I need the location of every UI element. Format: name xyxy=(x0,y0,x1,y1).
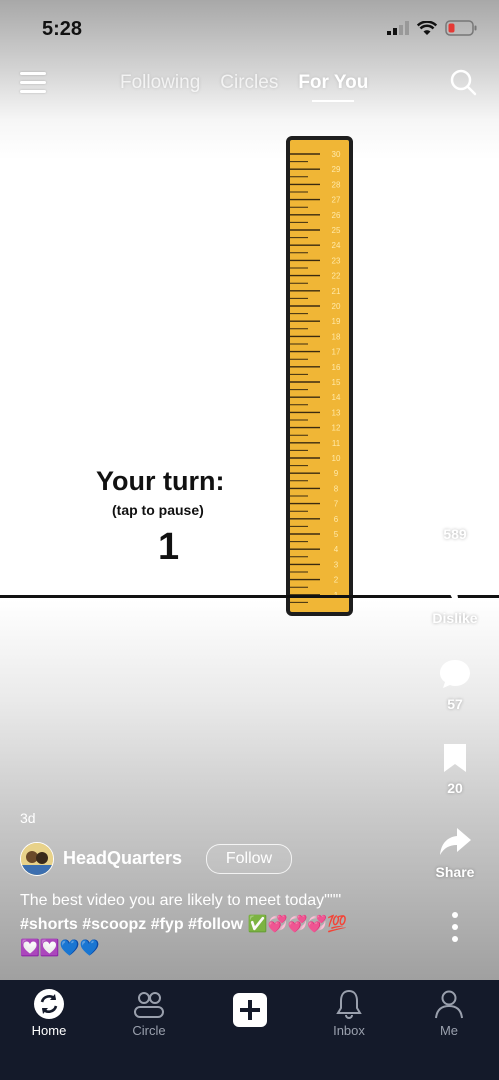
people-icon xyxy=(134,992,164,1018)
author-name[interactable]: HeadQuarters xyxy=(63,848,182,869)
like-count: 589 xyxy=(443,526,467,542)
ruler-label: 24 xyxy=(332,241,341,250)
share-button[interactable]: Share xyxy=(427,826,483,880)
ruler-label: 11 xyxy=(332,439,341,448)
thumbs-down-icon xyxy=(439,574,471,603)
ruler-label: 27 xyxy=(332,196,341,205)
search-icon[interactable] xyxy=(449,68,477,96)
ruler-label: 17 xyxy=(332,348,341,357)
ruler-label: 26 xyxy=(332,211,341,220)
caption-text: The best video you are likely to meet to… xyxy=(20,892,342,909)
ruler-scale: 3029282726252423222120191817161514131211… xyxy=(290,150,341,603)
save-count: 20 xyxy=(447,780,463,796)
nav-circle[interactable]: Circle xyxy=(109,988,189,1038)
status-bar: 5:28 xyxy=(0,0,499,60)
bell-icon xyxy=(336,989,362,1019)
dislike-label: Dislike xyxy=(432,610,478,626)
nav-me-label: Me xyxy=(439,1023,459,1038)
ruler-label: 13 xyxy=(332,408,341,417)
status-time: 5:28 xyxy=(42,18,83,40)
ruler-label: 29 xyxy=(332,165,341,174)
turn-title: Your turn: xyxy=(96,466,225,496)
menu-icon[interactable] xyxy=(20,72,46,94)
ruler: 30 29 28 27 26 25 24 23 22 21 20 19 18 17 16 15 14 13 12 11… xyxy=(286,136,353,616)
ruler-label: 4 xyxy=(334,545,339,554)
ruler-label: 6 xyxy=(334,515,339,524)
top-nav: Following Circles For You xyxy=(0,62,499,106)
save-button[interactable]: 20 xyxy=(427,742,483,796)
turn-count: 1 xyxy=(158,526,180,568)
nav-home[interactable]: Home xyxy=(9,988,89,1038)
ruler-label: 15 xyxy=(332,378,341,387)
nav-inbox[interactable]: Inbox xyxy=(309,988,389,1038)
ruler-label: 14 xyxy=(332,393,341,402)
avatar[interactable] xyxy=(20,842,54,876)
bottom-nav: Home Circle Inbox Me xyxy=(0,980,499,1080)
baseline-line xyxy=(0,595,499,598)
nav-me[interactable]: Me xyxy=(409,988,489,1038)
caption-emojis: 💟💟💙💙 xyxy=(20,940,100,957)
nav-circle-label: Circle xyxy=(132,1023,166,1038)
caption[interactable]: The best video you are likely to meet to… xyxy=(20,889,400,961)
ruler-label: 9 xyxy=(334,469,339,478)
ruler-label: 12 xyxy=(332,424,341,433)
comment-count: 57 xyxy=(447,696,463,712)
ruler-label: 21 xyxy=(332,287,341,296)
ruler-label: 19 xyxy=(332,317,341,326)
ruler-label: 25 xyxy=(332,226,341,235)
signal-icon xyxy=(387,21,409,35)
share-arrow-icon xyxy=(440,828,471,855)
ruler-label: 23 xyxy=(332,256,341,265)
more-options-button[interactable] xyxy=(427,912,483,948)
feed-tabs: Following Circles For You xyxy=(120,72,368,102)
ruler-label: 2 xyxy=(334,576,339,585)
nav-inbox-label: Inbox xyxy=(333,1023,365,1038)
ruler-label: 5 xyxy=(334,530,339,539)
dislike-button[interactable]: Dislike xyxy=(427,572,483,626)
thumbs-up-icon xyxy=(439,489,471,518)
tab-circles[interactable]: Circles xyxy=(220,72,278,94)
ruler-label: 8 xyxy=(334,484,339,493)
ruler-label: 18 xyxy=(332,332,341,341)
like-button[interactable]: 589 xyxy=(427,488,483,542)
home-refresh-icon xyxy=(34,989,64,1019)
nav-home-label: Home xyxy=(31,1023,67,1038)
more-vertical-icon xyxy=(452,912,458,942)
share-label: Share xyxy=(435,864,475,880)
post-age: 3d xyxy=(20,810,36,826)
battery-icon xyxy=(445,20,477,36)
wifi-icon xyxy=(417,20,437,35)
ruler-label: 10 xyxy=(332,454,341,463)
tab-for-you[interactable]: For You xyxy=(298,72,368,102)
avatar-image xyxy=(21,843,53,875)
video-background[interactable] xyxy=(0,0,499,980)
ruler-label: 30 xyxy=(332,150,341,159)
comment-icon xyxy=(440,660,470,688)
create-button[interactable] xyxy=(233,993,267,1027)
caption-hashtags[interactable]: #shorts #scoopz #fyp #follow ✅💞💞💞💯 xyxy=(20,913,400,937)
comment-button[interactable]: 57 xyxy=(427,658,483,712)
ruler-label: 22 xyxy=(332,272,341,281)
ruler-label: 28 xyxy=(332,180,341,189)
profile-icon xyxy=(435,990,463,1019)
status-icons xyxy=(387,20,477,36)
follow-button[interactable]: Follow xyxy=(206,844,292,874)
turn-subtitle: (tap to pause) xyxy=(112,502,204,518)
ruler-label: 7 xyxy=(334,500,339,509)
bookmark-icon xyxy=(444,744,466,772)
ruler-label: 16 xyxy=(332,363,341,372)
ruler-label: 20 xyxy=(332,302,341,311)
ruler-label: 3 xyxy=(334,560,339,569)
plus-icon xyxy=(240,1000,260,1020)
tab-following[interactable]: Following xyxy=(120,72,200,94)
